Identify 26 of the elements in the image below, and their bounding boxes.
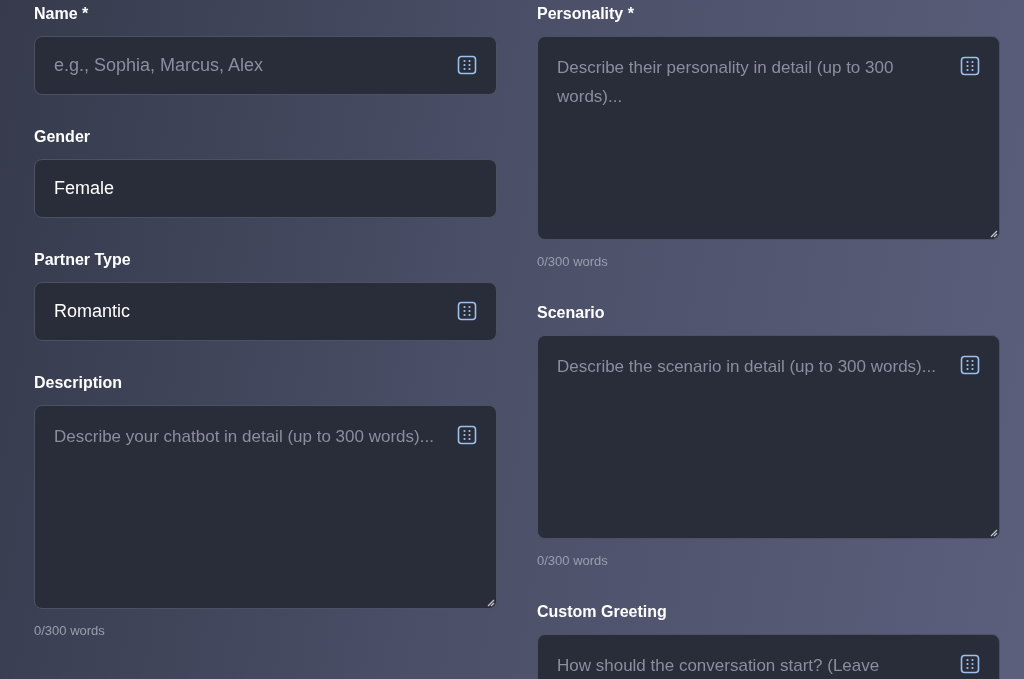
input-field[interactable]: Romantic	[34, 282, 497, 341]
field-label: Partner Type	[34, 250, 132, 270]
grid-dots-icon[interactable]	[457, 55, 477, 75]
text-area[interactable]: Describe your chatbot in detail (up to 300 words)...	[34, 405, 497, 609]
field-label: Gender	[34, 127, 91, 147]
resize-handle-icon[interactable]	[487, 599, 495, 607]
resize-handle-icon[interactable]	[990, 529, 998, 537]
input-field[interactable]: e.g., Sophia, Marcus, Alex	[34, 36, 497, 95]
field-label: Description	[34, 373, 123, 393]
text-area[interactable]: Describe the scenario in detail (up to 300 words)...	[537, 335, 1000, 539]
field-label: Name *	[34, 4, 90, 24]
field-label: Personality *	[537, 4, 635, 24]
input-field[interactable]: Female	[34, 159, 497, 218]
grid-dots-icon[interactable]	[457, 425, 477, 445]
field-label: Custom Greeting	[537, 602, 668, 622]
field-label: Scenario	[537, 303, 606, 323]
word-counter: 0/300 words	[34, 623, 106, 639]
grid-dots-icon[interactable]	[960, 355, 980, 375]
text-area[interactable]: How should the conversation start? (Leave	[537, 634, 1000, 679]
resize-handle-icon[interactable]	[990, 230, 998, 238]
word-counter: 0/300 words	[537, 553, 609, 569]
grid-dots-icon[interactable]	[960, 654, 980, 674]
grid-dots-icon[interactable]	[960, 56, 980, 76]
word-counter: 0/300 words	[537, 254, 609, 270]
text-area[interactable]: Describe their personality in detail (up to 300 words)...	[537, 36, 1000, 240]
grid-dots-icon[interactable]	[457, 301, 477, 321]
